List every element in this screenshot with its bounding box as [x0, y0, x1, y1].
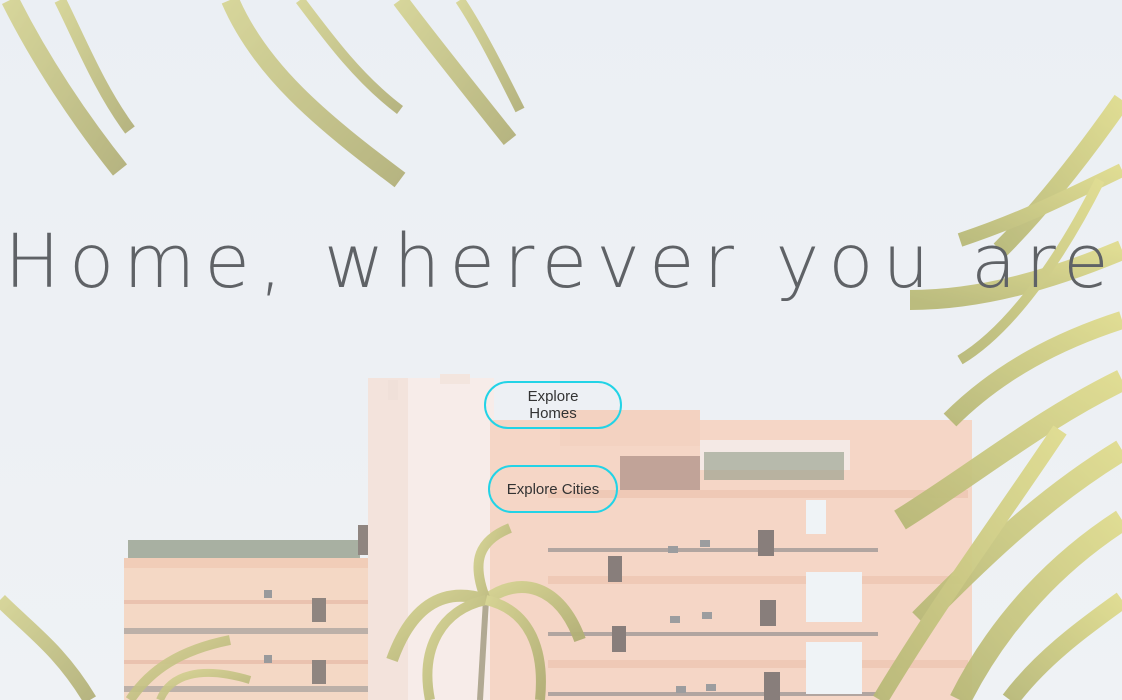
explore-cities-button[interactable]: Explore Cities [488, 465, 618, 513]
explore-cities-label: Explore Cities [506, 480, 600, 498]
hero-overlay [0, 0, 1122, 700]
explore-homes-label: Explore Homes [527, 388, 579, 422]
explore-homes-button[interactable]: Explore Homes [484, 381, 622, 429]
hero-headline: Home, wherever you are [4, 219, 1118, 305]
hero-section: Home, wherever you are Explore Homes Exp… [0, 0, 1122, 700]
